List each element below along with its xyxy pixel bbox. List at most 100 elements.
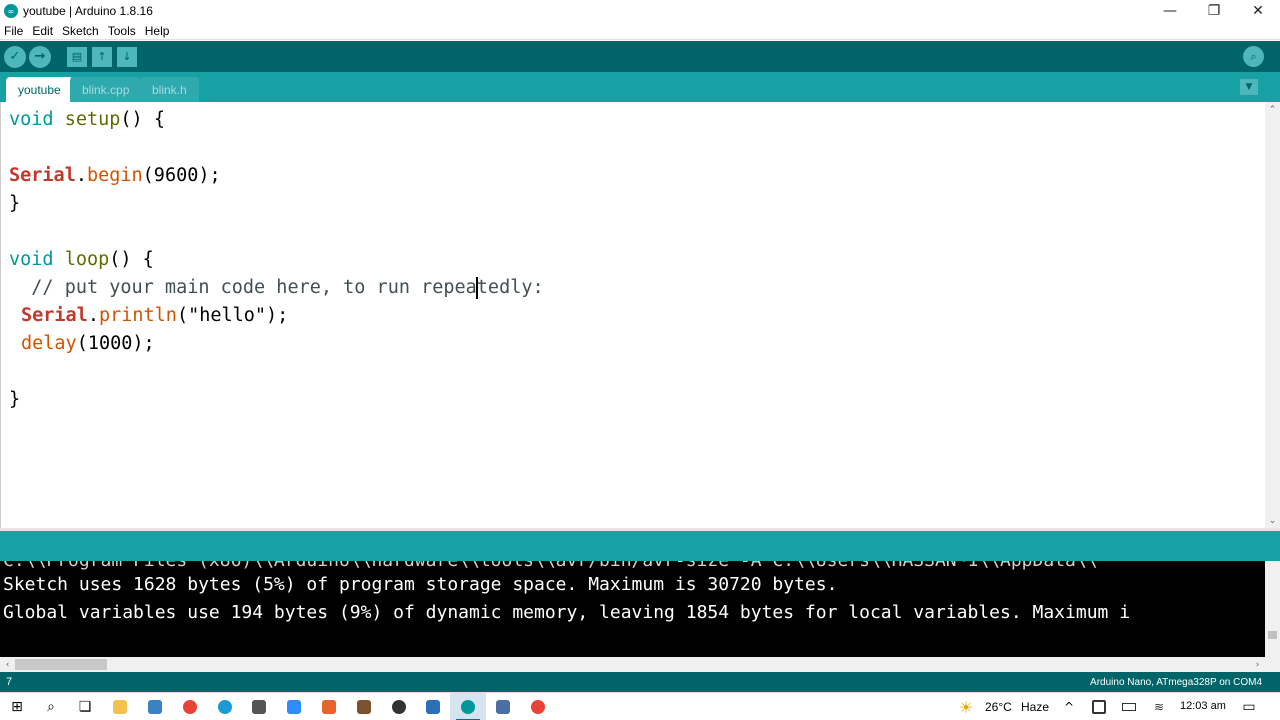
minimize-button[interactable]: —: [1148, 0, 1192, 22]
close-button[interactable]: ✕: [1236, 0, 1280, 22]
monitor-icon: [148, 700, 162, 714]
console-vertical-scrollbar[interactable]: [1265, 561, 1280, 657]
arduino-logo-icon: ∞: [4, 4, 18, 18]
restore-button[interactable]: ❐: [1192, 0, 1236, 22]
code-token: () {: [109, 249, 154, 270]
tab-blink-cpp[interactable]: blink.cpp: [70, 77, 142, 102]
board-port-info: Arduino Nano, ATmega328P on COM4: [1090, 677, 1262, 688]
edge-logo-icon: [218, 700, 232, 714]
info-bar: 7 Arduino Nano, ATmega328P on COM4: [0, 672, 1280, 692]
console-line: Global variables use 194 bytes (9%) of d…: [3, 602, 1131, 623]
arduino-taskbar-icon[interactable]: [459, 698, 477, 716]
keyboard-app-icon[interactable]: [494, 698, 512, 716]
code-token: void: [9, 109, 54, 130]
search-icon[interactable]: ⌕: [42, 698, 60, 716]
menu-edit[interactable]: Edit: [32, 24, 53, 38]
code-line-6: void loop() {: [9, 246, 154, 274]
windows-start-icon[interactable]: ⊞: [8, 698, 26, 716]
window-controls: — ❐ ✕: [1148, 0, 1280, 22]
code-comment: // put your main code here, to run repea: [9, 277, 477, 298]
weather-icon[interactable]: ☀: [957, 698, 975, 717]
shopping-bag-icon: [252, 700, 266, 714]
edge-icon[interactable]: [216, 698, 234, 716]
security-icon: [1092, 700, 1106, 714]
code-token: Serial: [9, 165, 76, 186]
file-explorer-icon[interactable]: [111, 698, 129, 716]
tab-youtube[interactable]: youtube: [6, 77, 73, 102]
code-token: println: [98, 305, 177, 326]
window-title: youtube | Arduino 1.8.16: [23, 4, 153, 18]
code-line-1: void setup() {: [9, 106, 165, 134]
code-token: .: [87, 305, 99, 326]
folder-icon: [113, 700, 127, 714]
code-token: (9600);: [142, 165, 221, 186]
app-icon[interactable]: [320, 698, 338, 716]
battery-icon[interactable]: [1120, 698, 1138, 716]
scrollbar-corner: [1265, 657, 1280, 672]
message-status-bar: [0, 531, 1280, 561]
tray-expand-icon[interactable]: ^: [1060, 698, 1078, 716]
serial-monitor-button[interactable]: ⌕: [1243, 46, 1264, 67]
desktop-icon[interactable]: [146, 698, 164, 716]
editor-vertical-scrollbar[interactable]: ⌃ ⌄: [1265, 102, 1280, 528]
tray-app-icon[interactable]: [1090, 698, 1108, 716]
console-horizontal-scrollbar[interactable]: ‹ ›: [0, 657, 1265, 672]
code-token: .: [75, 165, 87, 186]
toolbar: ✓ → ▤ ↑ ↓ ⌕: [0, 41, 1280, 72]
chrome-logo-icon: [531, 700, 545, 714]
output-console: C:\\Program Files (x86)\\Arduino\\hardwa…: [0, 561, 1265, 657]
chrome-icon[interactable]: [181, 698, 199, 716]
menu-bar: File Edit Sketch Tools Help: [0, 22, 1280, 40]
wifi-icon[interactable]: ≋: [1150, 698, 1168, 716]
scroll-up-icon[interactable]: ⌃: [1265, 102, 1280, 117]
menu-tools[interactable]: Tools: [108, 24, 136, 38]
code-comment: tedly:: [476, 277, 544, 298]
code-editor[interactable]: void setup() { Serial.begin(9600); } voi…: [0, 102, 1265, 528]
code-token: () {: [120, 109, 165, 130]
code-line-4: }: [9, 193, 21, 214]
menu-sketch[interactable]: Sketch: [62, 24, 99, 38]
title-bar: ∞ youtube | Arduino 1.8.16 — ❐ ✕: [0, 0, 1280, 22]
paint-icon: [357, 700, 371, 714]
menu-file[interactable]: File: [4, 24, 23, 38]
code-line-11: }: [9, 389, 21, 410]
code-token: void: [9, 249, 54, 270]
scroll-right-icon[interactable]: ›: [1250, 657, 1265, 672]
code-line-9: delay(1000);: [21, 330, 155, 358]
tab-blink-h[interactable]: blink.h: [140, 77, 199, 102]
console-line: Sketch uses 1628 bytes (5%) of program s…: [3, 574, 838, 595]
code-token: setup: [64, 109, 121, 130]
scroll-left-icon[interactable]: ‹: [0, 657, 15, 672]
zoom-icon[interactable]: [285, 698, 303, 716]
app-icon[interactable]: [355, 698, 373, 716]
battery-shape: [1122, 703, 1136, 711]
verify-button[interactable]: ✓: [4, 45, 26, 68]
save-sketch-button[interactable]: ↓: [117, 46, 137, 67]
open-sketch-button[interactable]: ↑: [92, 46, 112, 67]
clock-time[interactable]: 12:03 am: [1180, 700, 1226, 712]
scrollbar-thumb[interactable]: [15, 659, 107, 670]
arduino-ide-window: ∞ youtube | Arduino 1.8.16 — ❐ ✕ File Ed…: [0, 0, 1280, 720]
code-token: begin: [86, 165, 143, 186]
task-view-icon[interactable]: ❏: [76, 698, 94, 716]
temperature[interactable]: 26°C: [985, 700, 1012, 714]
app-icon[interactable]: [424, 698, 442, 716]
code-line-7: // put your main code here, to run repea…: [9, 274, 544, 302]
notepad-icon: [426, 700, 440, 714]
tab-menu-dropdown-icon[interactable]: ▼: [1240, 79, 1258, 95]
scrollbar-thumb[interactable]: [1268, 631, 1277, 639]
upload-button[interactable]: →: [29, 45, 51, 68]
chrome-icon[interactable]: [529, 698, 547, 716]
tab-bar: youtube blink.cpp blink.h ▼: [0, 72, 1280, 102]
code-line-8: Serial.println("hello");: [21, 302, 288, 330]
code-token: ("hello");: [176, 305, 289, 326]
scroll-down-icon[interactable]: ⌄: [1265, 513, 1280, 528]
store-icon[interactable]: [250, 698, 268, 716]
obs-icon: [392, 700, 406, 714]
new-sketch-button[interactable]: ▤: [67, 46, 87, 67]
notification-icon[interactable]: ▭: [1240, 698, 1258, 716]
menu-help[interactable]: Help: [145, 24, 170, 38]
weather-condition[interactable]: Haze: [1021, 700, 1049, 714]
app-icon[interactable]: [390, 698, 408, 716]
code-token: Serial: [21, 305, 88, 326]
